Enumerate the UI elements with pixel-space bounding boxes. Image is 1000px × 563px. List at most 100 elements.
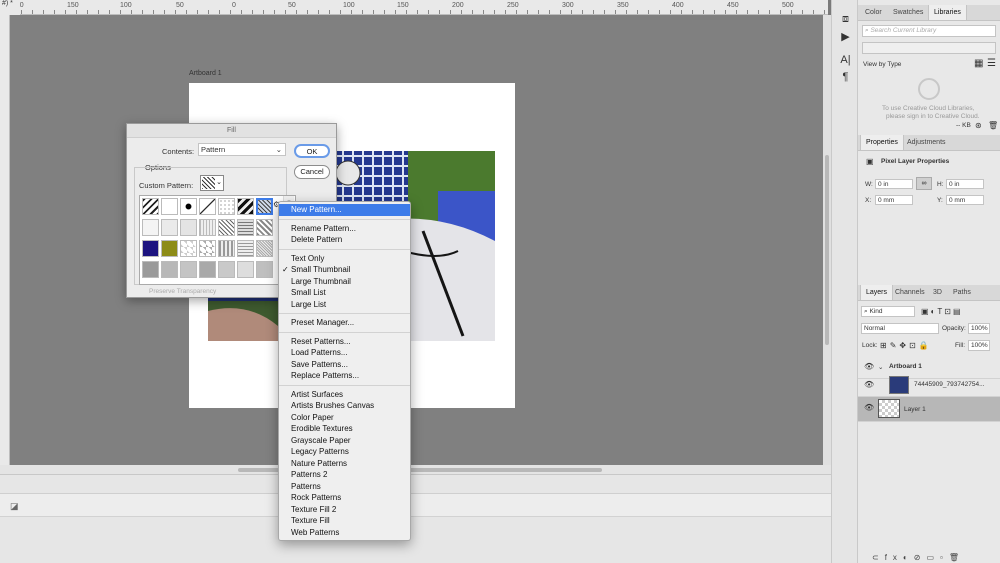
visibility-eye-icon[interactable]: 👁: [864, 362, 874, 371]
vertical-scrollbar[interactable]: [823, 15, 831, 467]
paragraph-icon[interactable]: ¶: [837, 70, 854, 84]
pattern-swatch[interactable]: [256, 240, 273, 257]
tab-layers[interactable]: Layers: [860, 285, 894, 300]
horizontal-scrollbar[interactable]: [0, 465, 831, 474]
menu-item[interactable]: Patterns 2: [279, 469, 410, 481]
grid-view-icon[interactable]: ▦: [974, 58, 983, 69]
pattern-swatch[interactable]: [161, 240, 178, 257]
menu-item[interactable]: Load Patterns...: [279, 347, 410, 359]
library-search-input[interactable]: ⌕ Search Current Library: [862, 25, 996, 37]
y-field[interactable]: 0 mm: [946, 195, 984, 205]
cancel-button[interactable]: Cancel: [294, 165, 330, 179]
pattern-swatch[interactable]: [142, 219, 159, 236]
pattern-swatch[interactable]: [218, 198, 235, 215]
pattern-swatch[interactable]: [199, 219, 216, 236]
menu-item[interactable]: Artist Surfaces: [279, 389, 410, 401]
width-field[interactable]: 0 in: [875, 179, 913, 189]
menu-item[interactable]: Preset Manager...: [279, 317, 410, 329]
pattern-swatch[interactable]: [142, 261, 159, 278]
pattern-swatch[interactable]: [218, 261, 235, 278]
library-select[interactable]: [862, 42, 996, 54]
visibility-eye-icon[interactable]: 👁: [864, 403, 874, 412]
pattern-swatch[interactable]: [161, 219, 178, 236]
menu-item[interactable]: Web Patterns: [279, 527, 410, 539]
menu-item[interactable]: Texture Fill 2: [279, 504, 410, 516]
expand-chevron-icon[interactable]: ⌄: [878, 363, 883, 371]
film-strip-icon[interactable]: ◪: [10, 501, 20, 511]
pattern-swatch[interactable]: [218, 219, 235, 236]
vertical-scroll-thumb[interactable]: [825, 155, 829, 345]
pattern-swatch[interactable]: [180, 198, 197, 215]
pattern-swatch[interactable]: [256, 198, 273, 215]
menu-item[interactable]: Erodible Textures: [279, 423, 410, 435]
menu-item[interactable]: Replace Patterns...: [279, 370, 410, 382]
pattern-swatch[interactable]: [199, 198, 216, 215]
opacity-field[interactable]: 100%: [968, 323, 990, 334]
x-field[interactable]: 0 mm: [875, 195, 913, 205]
pattern-swatch[interactable]: [142, 198, 159, 215]
menu-item[interactable]: Large List: [279, 299, 410, 311]
pattern-swatch[interactable]: [237, 261, 254, 278]
history-icon[interactable]: ⧈: [837, 12, 854, 26]
fill-field[interactable]: 100%: [968, 340, 990, 351]
menu-item[interactable]: Text Only: [279, 253, 410, 265]
blend-mode-select[interactable]: Normal: [861, 323, 939, 334]
play-icon[interactable]: ▶: [837, 30, 854, 44]
custom-pattern-picker[interactable]: ⌄: [200, 175, 224, 191]
menu-item[interactable]: Grayscale Paper: [279, 435, 410, 447]
menu-item[interactable]: Small Thumbnail ✓: [279, 264, 410, 276]
menu-item[interactable]: Texture Fill: [279, 515, 410, 527]
lock-icons[interactable]: ⊞✎✥⊡🔒: [880, 341, 932, 350]
menu-item[interactable]: Rename Pattern...: [279, 223, 410, 235]
tab-properties[interactable]: Properties: [860, 135, 904, 150]
tab-adjustments[interactable]: Adjustments: [902, 135, 951, 150]
menu-item[interactable]: Reset Patterns...: [279, 336, 410, 348]
list-view-icon[interactable]: ☰: [987, 58, 996, 69]
menu-item[interactable]: Color Paper: [279, 412, 410, 424]
pattern-swatch[interactable]: [199, 261, 216, 278]
pattern-swatch[interactable]: [180, 240, 197, 257]
menu-item[interactable]: New Pattern...: [279, 204, 410, 216]
menu-item[interactable]: Rock Patterns: [279, 492, 410, 504]
menu-item[interactable]: Delete Pattern: [279, 234, 410, 246]
pattern-swatch[interactable]: [199, 240, 216, 257]
tab-swatches[interactable]: Swatches: [888, 5, 928, 20]
contents-select[interactable]: Pattern ⌄: [198, 143, 286, 156]
link-dimensions-icon[interactable]: ∞: [916, 177, 932, 190]
pattern-swatch[interactable]: [180, 261, 197, 278]
cloud-sync-icon[interactable]: ⊛: [975, 121, 982, 130]
visibility-eye-icon[interactable]: 👁: [864, 380, 874, 389]
tab-paths[interactable]: Paths: [948, 285, 976, 300]
layer-filter-icons[interactable]: ▣◐T⊡▤: [921, 307, 963, 316]
pattern-swatch[interactable]: [237, 219, 254, 236]
menu-item[interactable]: Patterns: [279, 481, 410, 493]
menu-item[interactable]: Small List: [279, 287, 410, 299]
pattern-swatch[interactable]: [256, 219, 273, 236]
filter-kind-select[interactable]: ⌕ Kind: [861, 306, 915, 317]
layers-footer-icons[interactable]: ⊂fx◐⊘▭▫🗑: [872, 553, 965, 562]
character-icon[interactable]: A|: [837, 53, 854, 67]
menu-item[interactable]: Artists Brushes Canvas: [279, 400, 410, 412]
trash-icon[interactable]: 🗑: [988, 121, 998, 130]
pattern-swatch[interactable]: [256, 261, 273, 278]
view-by-label[interactable]: View by Type: [863, 61, 901, 68]
ok-button[interactable]: OK: [294, 144, 330, 158]
menu-item[interactable]: Legacy Patterns: [279, 446, 410, 458]
pattern-swatch[interactable]: [161, 198, 178, 215]
pattern-swatch[interactable]: [180, 219, 197, 236]
menu-item[interactable]: Save Patterns...: [279, 359, 410, 371]
pattern-swatch[interactable]: [237, 240, 254, 257]
tab-libraries[interactable]: Libraries: [928, 5, 967, 20]
menu-item[interactable]: Large Thumbnail: [279, 276, 410, 288]
pattern-swatch[interactable]: [237, 198, 254, 215]
tab-color[interactable]: Color: [860, 5, 887, 20]
tab-channels[interactable]: Channels: [890, 285, 930, 300]
tab-3d[interactable]: 3D: [928, 285, 947, 300]
document-tab[interactable]: #) *: [0, 0, 20, 15]
menu-item[interactable]: Nature Patterns: [279, 458, 410, 470]
height-field[interactable]: 0 in: [946, 179, 984, 189]
layer-row-layer1[interactable]: 👁 Layer 1: [858, 397, 1000, 422]
pattern-swatch[interactable]: [142, 240, 159, 257]
pattern-swatch[interactable]: [161, 261, 178, 278]
layer-row-image[interactable]: 👁 74445909_793742754...: [858, 374, 1000, 397]
